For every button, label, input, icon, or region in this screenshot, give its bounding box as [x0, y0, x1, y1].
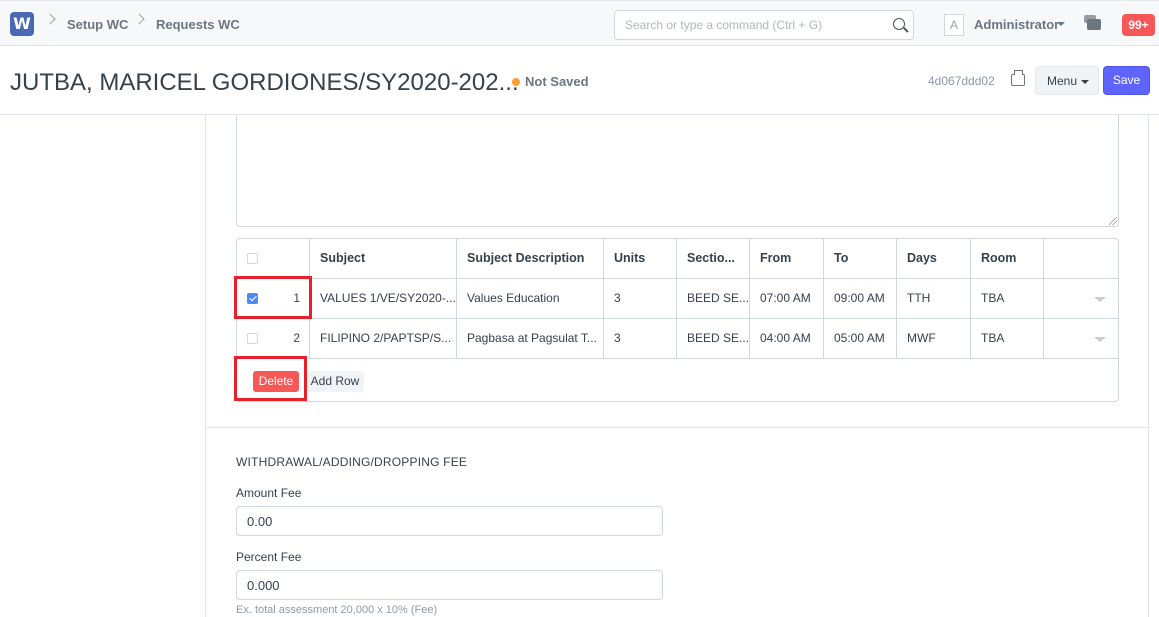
- column-header: Days: [897, 239, 971, 278]
- column-header: Subject: [310, 239, 457, 278]
- breadcrumb-requests-wc[interactable]: Requests WC: [156, 17, 240, 32]
- subjects-table: Subject Subject Description Units Sectio…: [236, 238, 1119, 402]
- page-head: JUTBA, MARICEL GORDIONES/SY2020-202... N…: [0, 47, 1159, 115]
- breadcrumb-setup-wc[interactable]: Setup WC: [67, 17, 128, 32]
- app-logo[interactable]: W: [10, 12, 34, 36]
- section-cell[interactable]: BEED SE...: [677, 319, 750, 358]
- status-indicator: [512, 78, 520, 86]
- print-icon[interactable]: [1011, 70, 1025, 86]
- caret-down-icon: [1081, 80, 1089, 84]
- table-header-row: Subject Subject Description Units Sectio…: [237, 239, 1118, 279]
- user-menu[interactable]: Administrator: [974, 17, 1059, 32]
- subject-cell[interactable]: VALUES 1/VE/SY2020-...: [310, 279, 457, 318]
- form-body: Subject Subject Description Units Sectio…: [205, 115, 1149, 617]
- column-header-actions: [1044, 239, 1118, 278]
- page-title: JUTBA, MARICEL GORDIONES/SY2020-202...: [10, 69, 519, 96]
- caret-down-icon[interactable]: [1057, 22, 1065, 26]
- chevron-right-icon: [133, 13, 145, 25]
- notifications-badge[interactable]: 99+: [1122, 14, 1155, 36]
- chat-icon[interactable]: [1084, 15, 1101, 30]
- description-cell[interactable]: Values Education: [457, 279, 604, 318]
- column-header: Units: [604, 239, 677, 278]
- avatar[interactable]: A: [944, 14, 964, 36]
- days-cell[interactable]: MWF: [897, 319, 971, 358]
- menu-button-label: Menu: [1047, 74, 1078, 88]
- column-header: From: [750, 239, 824, 278]
- units-cell[interactable]: 3: [604, 319, 677, 358]
- to-cell[interactable]: 05:00 AM: [824, 319, 897, 358]
- notes-textarea[interactable]: [236, 115, 1119, 227]
- row-index: 2: [293, 331, 300, 345]
- amount-fee-field[interactable]: 0.00: [236, 506, 663, 536]
- room-cell[interactable]: TBA: [971, 319, 1044, 358]
- row-actions-cell: [1044, 279, 1118, 318]
- from-cell[interactable]: 04:00 AM: [750, 319, 824, 358]
- search-placeholder: Search or type a command (Ctrl + G): [625, 18, 823, 32]
- units-cell[interactable]: 3: [604, 279, 677, 318]
- column-header: Sectio...: [677, 239, 750, 278]
- days-cell[interactable]: TTH: [897, 279, 971, 318]
- amount-fee-label: Amount Fee: [236, 486, 302, 500]
- highlight-box-delete-button: [234, 356, 307, 401]
- column-header: Subject Description: [457, 239, 604, 278]
- row-expand-icon[interactable]: [1094, 297, 1106, 302]
- subject-cell[interactable]: FILIPINO 2/PAPTSP/S...: [310, 319, 457, 358]
- from-cell[interactable]: 07:00 AM: [750, 279, 824, 318]
- row-select-cell: 2: [237, 319, 310, 358]
- to-cell[interactable]: 09:00 AM: [824, 279, 897, 318]
- column-header: Room: [971, 239, 1044, 278]
- section-title: WITHDRAWAL/ADDING/DROPPING FEE: [236, 455, 468, 469]
- section-divider: [206, 427, 1148, 428]
- row-actions-cell: [1044, 319, 1118, 358]
- description-cell[interactable]: Pagbasa at Pagsulat T...: [457, 319, 604, 358]
- percent-fee-label: Percent Fee: [236, 550, 302, 564]
- percent-fee-field[interactable]: 0.000: [236, 570, 663, 600]
- menu-button[interactable]: Menu: [1035, 66, 1099, 95]
- chevron-right-icon: [44, 13, 56, 25]
- select-all-checkbox[interactable]: [247, 253, 258, 264]
- search-icon[interactable]: [893, 18, 905, 30]
- save-button[interactable]: Save: [1103, 66, 1150, 95]
- document-id: 4d067ddd02: [928, 74, 995, 88]
- table-row[interactable]: 1 VALUES 1/VE/SY2020-... Values Educatio…: [237, 279, 1118, 319]
- resize-handle-icon[interactable]: [1109, 217, 1117, 225]
- table-row[interactable]: 2 FILIPINO 2/PAPTSP/S... Pagbasa at Pags…: [237, 319, 1118, 359]
- percent-fee-help: Ex. total assessment 20,000 x 10% (Fee): [236, 604, 438, 616]
- top-navbar: W Setup WC Requests WC Search or type a …: [0, 0, 1159, 46]
- row-expand-icon[interactable]: [1094, 337, 1106, 342]
- room-cell[interactable]: TBA: [971, 279, 1044, 318]
- status-badge: Not Saved: [525, 74, 589, 89]
- column-header: To: [824, 239, 897, 278]
- section-cell[interactable]: BEED SE...: [677, 279, 750, 318]
- row-checkbox[interactable]: [247, 333, 258, 344]
- highlight-box-row-checkbox: [234, 276, 312, 319]
- add-row-button[interactable]: Add Row: [306, 371, 364, 392]
- search-input[interactable]: Search or type a command (Ctrl + G): [614, 10, 914, 40]
- table-header-select: [237, 239, 310, 278]
